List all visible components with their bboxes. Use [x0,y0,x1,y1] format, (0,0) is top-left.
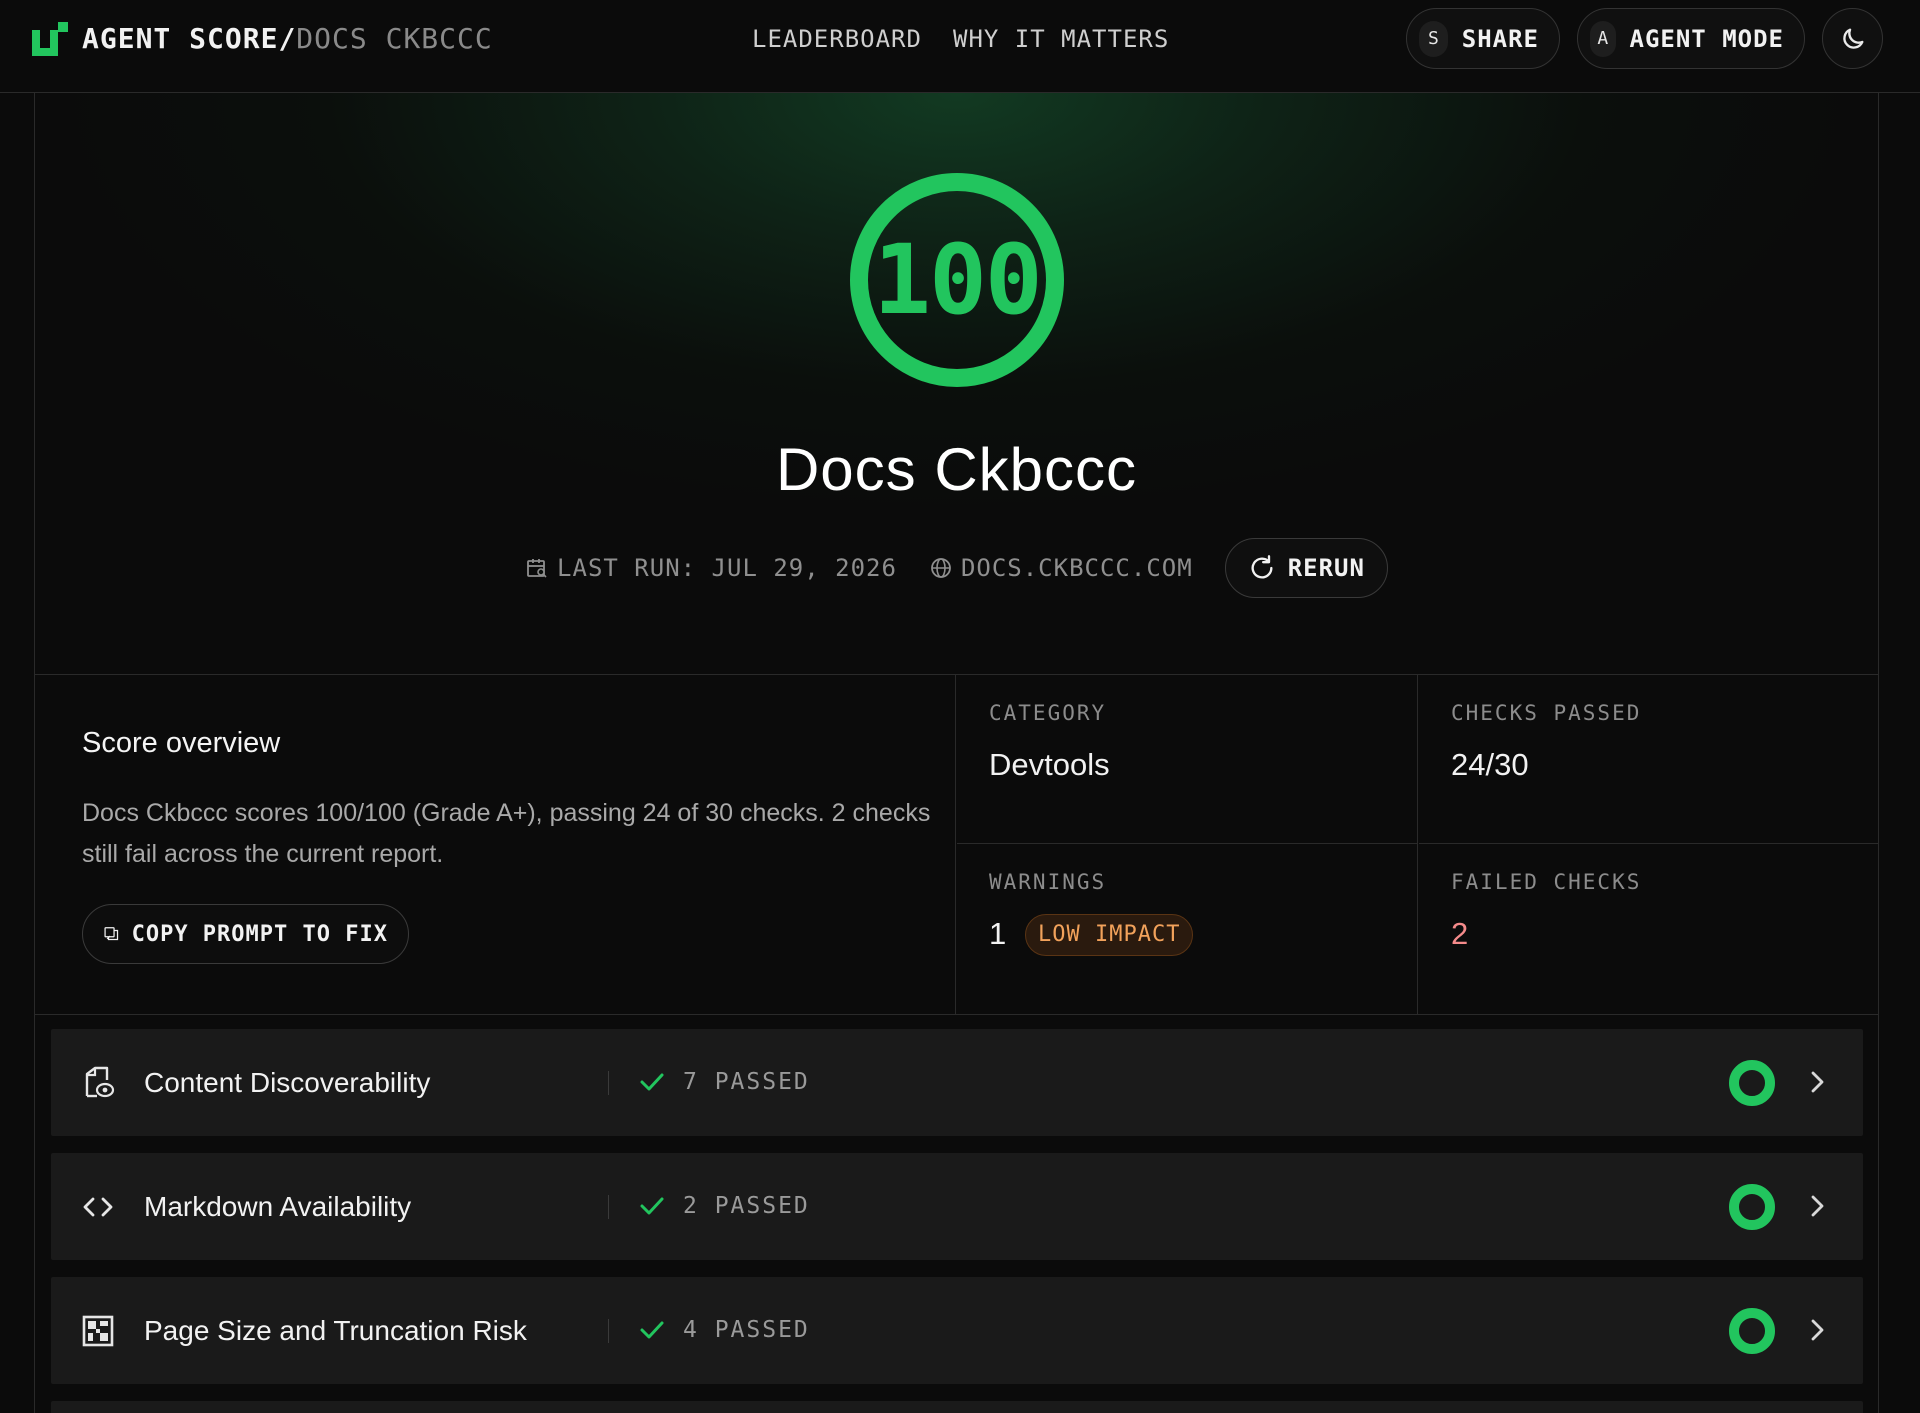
check-icon [640,1321,664,1339]
rerun-label: RERUN [1287,554,1365,582]
score-value: 100 [873,224,1042,336]
stat-label: CATEGORY [989,701,1107,725]
share-shortcut-key: S [1419,20,1448,57]
breadcrumb: AGENT SCORE/DOCS CKBCCC [82,22,493,56]
theme-toggle-button[interactable] [1822,8,1883,69]
chevron-right-icon[interactable] [1802,1315,1832,1345]
category-name: Page Size and Truncation Risk [144,1315,527,1346]
stat-value: 1 [989,916,1007,951]
layout-grid-icon [82,1315,114,1347]
category-row-page-size[interactable]: Page Size and Truncation Risk 4 PASSED [51,1277,1863,1384]
category-row-markdown-availability[interactable]: Markdown Availability 2 PASSED [51,1153,1863,1260]
category-row-content-discoverability[interactable]: Content Discoverability 7 PASSED [51,1029,1863,1136]
calendar-search-icon [527,559,547,578]
moon-icon [1842,28,1863,49]
copy-icon [104,927,119,941]
page-title: Docs Ckbccc [775,436,1138,503]
copy-prompt-button[interactable]: COPY PROMPT TO FIX [82,904,409,964]
last-run-text: LAST RUN: JUL 29, 2026 [557,554,897,582]
check-icon [640,1073,664,1091]
score-hero: 100 Docs Ckbccc LAST RUN: JUL 29, 2026 D… [35,93,1878,675]
chevron-right-icon[interactable] [1802,1191,1832,1221]
domain-info: DOCS.CKBCCC.COM [929,554,1193,582]
divider [608,1195,609,1219]
passed-count: 4 PASSED [683,1317,810,1343]
top-navigation-bar: AGENT SCORE/DOCS CKBCCC LEADERBOARD WHY … [0,0,1920,93]
last-run-info: LAST RUN: JUL 29, 2026 [525,554,897,582]
status-ring-icon [1729,1184,1775,1230]
stat-value: 24/30 [1451,747,1529,782]
copy-prompt-label: COPY PROMPT TO FIX [131,921,388,947]
status-ring-icon [1729,1308,1775,1354]
stat-checks-passed: CHECKS PASSED 24/30 [1419,675,1878,844]
score-overview-section: Score overview Docs Ckbccc scores 100/10… [35,675,1878,1015]
agent-mode-label: AGENT MODE [1629,24,1784,53]
nav-leaderboard[interactable]: LEADERBOARD [752,22,922,56]
category-row-partial[interactable] [51,1401,1863,1413]
chevron-right-icon[interactable] [1802,1067,1832,1097]
agent-score-logo-icon[interactable] [32,22,68,56]
agent-mode-button[interactable]: A AGENT MODE [1577,8,1805,69]
document-eye-icon [85,1066,115,1098]
stat-failed-checks: FAILED CHECKS 2 [1419,844,1878,1014]
brand-name[interactable]: AGENT SCORE [82,22,278,55]
rerun-button[interactable]: RERUN [1224,538,1388,598]
stat-value: Devtools [989,747,1110,782]
globe-icon [931,558,951,578]
category-name: Content Discoverability [144,1067,431,1098]
check-icon [640,1197,664,1215]
status-ring-icon [1729,1060,1775,1106]
nav-why-it-matters[interactable]: WHY IT MATTERS [953,22,1169,56]
share-label: SHARE [1461,24,1539,53]
domain-text[interactable]: DOCS.CKBCCC.COM [961,554,1193,582]
stat-label: FAILED CHECKS [1451,870,1642,894]
run-meta-row: LAST RUN: JUL 29, 2026 DOCS.CKBCCC.COM R… [35,538,1878,598]
divider [608,1319,609,1343]
category-name: Markdown Availability [144,1191,412,1222]
breadcrumb-separator: / [278,22,297,55]
passed-count: 2 PASSED [683,1193,810,1219]
report-frame: 100 Docs Ckbccc LAST RUN: JUL 29, 2026 D… [34,93,1879,1413]
passed-count: 7 PASSED [683,1069,810,1095]
stat-warnings: WARNINGS 1 LOW IMPACT [957,844,1418,1014]
overview-description: Docs Ckbccc scores 100/100 (Grade A+), p… [82,799,931,868]
impact-badge: LOW IMPACT [1025,914,1194,956]
stat-label: CHECKS PASSED [1451,701,1642,725]
agent-mode-shortcut-key: A [1590,20,1616,57]
code-brackets-icon [83,1197,113,1217]
divider [608,1071,609,1095]
overview-summary: Score overview Docs Ckbccc scores 100/10… [35,675,956,1014]
stat-label: WARNINGS [989,870,1107,894]
stat-value: 2 [1451,916,1469,951]
share-button[interactable]: S SHARE [1406,8,1560,69]
breadcrumb-current-site: DOCS CKBCCC [296,22,493,55]
stat-category: CATEGORY Devtools [957,675,1418,844]
overview-title: Score overview [82,727,281,759]
refresh-icon [1251,555,1273,579]
